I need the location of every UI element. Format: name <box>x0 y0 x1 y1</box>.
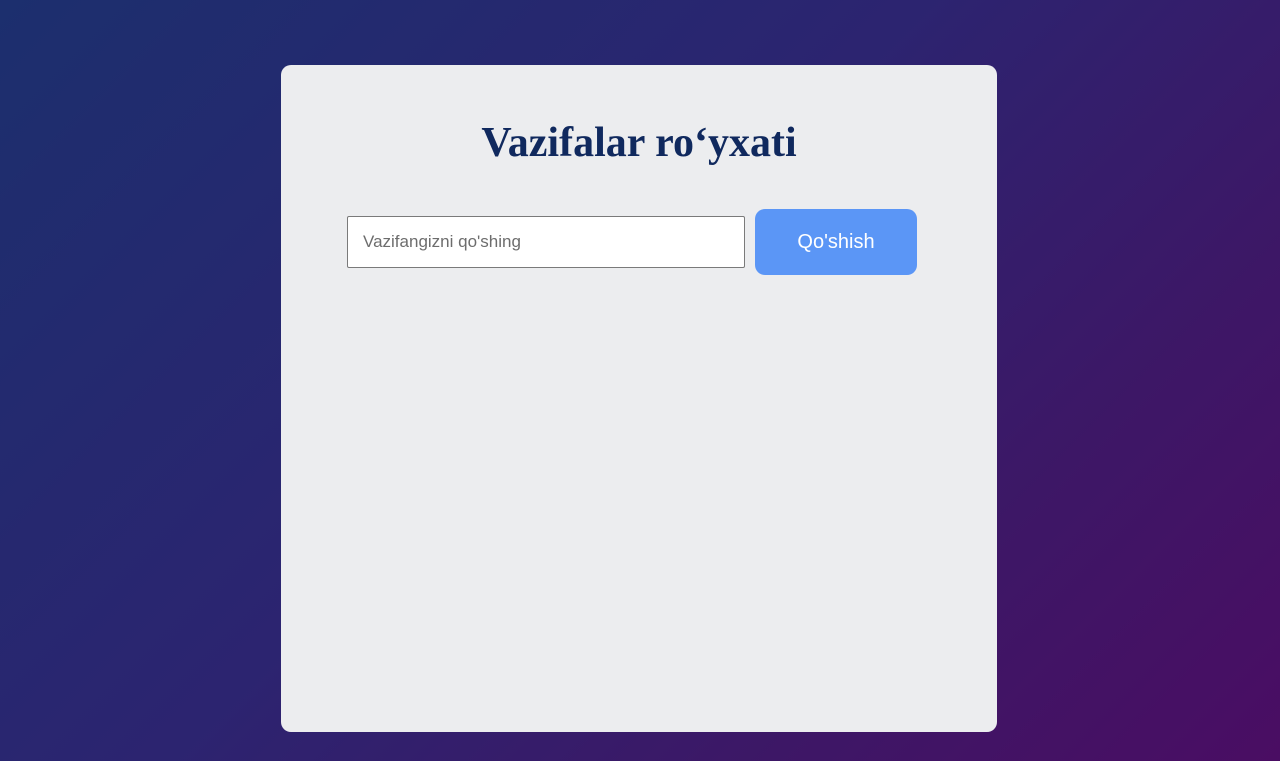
add-task-button[interactable]: Qo'shish <box>755 209 917 275</box>
task-input[interactable] <box>347 216 745 268</box>
todo-card: Vazifalar ro‘yxati Qo'shish <box>281 65 997 732</box>
page-title: Vazifalar ro‘yxati <box>481 120 797 166</box>
